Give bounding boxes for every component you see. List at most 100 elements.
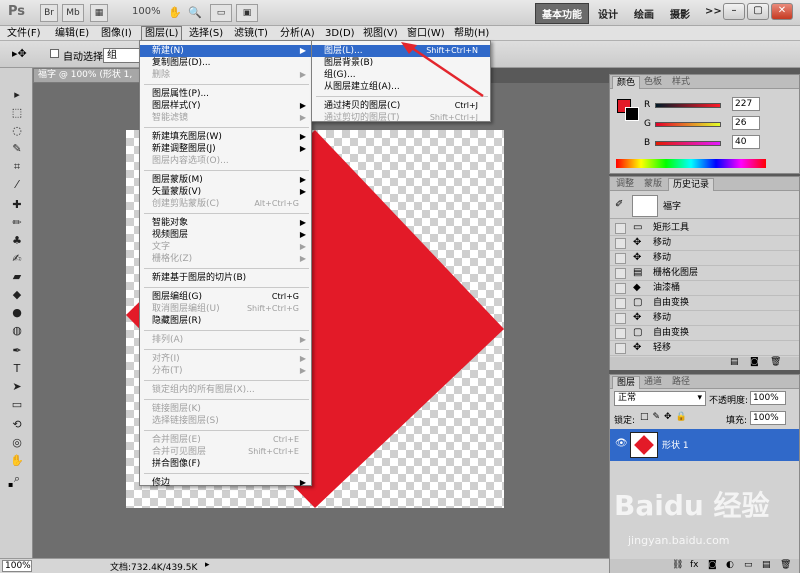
workspace-essentials[interactable]: 基本功能 xyxy=(535,3,589,24)
menu-image[interactable]: 图像(I) xyxy=(98,26,135,41)
new-snapshot-icon[interactable]: ◙ xyxy=(750,357,759,367)
blend-mode-dropdown[interactable]: 正常 ▾ xyxy=(614,391,706,406)
brush-tool-icon[interactable]: ✏ xyxy=(8,216,26,230)
menu-analysis[interactable]: 分析(A) xyxy=(277,26,318,41)
blur-tool-icon[interactable]: ● xyxy=(8,306,26,320)
status-arrow-icon[interactable]: ▸ xyxy=(205,560,210,570)
layer-row[interactable]: 👁 形状 1 xyxy=(610,429,799,461)
blue-value-field[interactable]: 40 xyxy=(732,135,760,149)
red-slider[interactable] xyxy=(655,103,721,108)
visibility-eye-icon[interactable]: 👁 xyxy=(615,438,628,449)
new-layer-icon[interactable]: ▤ xyxy=(762,560,771,570)
menu-window[interactable]: 窗口(W) xyxy=(404,26,448,41)
tab-layers[interactable]: 图层 xyxy=(612,376,641,389)
auto-select-dropdown[interactable]: 组 xyxy=(103,48,143,63)
document-tab[interactable]: 福字 @ 100% (形状 1, xyxy=(33,68,143,83)
crop-tool-icon[interactable]: ⌗ xyxy=(8,160,26,174)
opacity-field[interactable]: 100% xyxy=(750,391,786,405)
history-state-row[interactable]: ✥ 移动 xyxy=(610,311,799,326)
history-checkbox[interactable] xyxy=(615,328,626,339)
minimize-button[interactable]: – xyxy=(723,3,745,20)
tab-color[interactable]: 颜色 xyxy=(612,76,641,89)
workspace-painting[interactable]: 绘画 xyxy=(634,6,654,21)
bridge-button[interactable]: Br xyxy=(40,4,58,22)
green-value-field[interactable]: 26 xyxy=(732,116,760,130)
marquee-tool-icon[interactable]: ⬚ xyxy=(8,106,26,120)
tab-styles[interactable]: 样式 xyxy=(668,76,694,89)
history-checkbox[interactable] xyxy=(615,223,626,234)
layer-menu-item[interactable]: 隐藏图层(R) xyxy=(140,315,311,327)
layer-menu-item[interactable]: 新建(N) ▶ xyxy=(140,45,311,57)
menu-help[interactable]: 帮助(H) xyxy=(451,26,492,41)
history-checkbox[interactable] xyxy=(615,343,626,354)
workspace-design[interactable]: 设计 xyxy=(598,6,618,21)
workspace-photography[interactable]: 摄影 xyxy=(670,6,690,21)
layer-menu-item[interactable]: 矢量蒙版(V) ▶ xyxy=(140,186,311,198)
maximize-button[interactable]: ▢ xyxy=(747,3,769,20)
new-document-from-state-icon[interactable]: ▤ xyxy=(730,357,739,367)
auto-select-checkbox[interactable] xyxy=(50,48,59,59)
color-spectrum-bar[interactable] xyxy=(616,159,766,168)
history-state-row[interactable]: ✥ 轻移 xyxy=(610,341,799,356)
hand-tool-icon[interactable]: ✋ xyxy=(168,6,182,19)
move-tool-icon[interactable]: ▸ xyxy=(8,88,26,102)
layer-mask-icon[interactable]: ◙ xyxy=(708,560,717,570)
layer-menu-item[interactable]: 图层样式(Y) ▶ xyxy=(140,100,311,112)
paint-bucket-tool-icon[interactable]: ◆ xyxy=(8,288,26,302)
layer-menu-item[interactable]: 新建基于图层的切片(B) xyxy=(140,272,311,284)
layer-style-icon[interactable]: fx xyxy=(690,560,699,570)
history-state-row[interactable]: ◆ 油漆桶 xyxy=(610,281,799,296)
blue-slider[interactable] xyxy=(655,141,721,146)
menu-file[interactable]: 文件(F) xyxy=(4,26,44,41)
mini-bridge-button[interactable]: Mb xyxy=(62,4,84,22)
dodge-tool-icon[interactable]: ◍ xyxy=(8,324,26,338)
layer-menu-item[interactable]: 视频图层 ▶ xyxy=(140,229,311,241)
menu-filter[interactable]: 滤镜(T) xyxy=(231,26,271,41)
green-slider[interactable] xyxy=(655,122,721,127)
history-brush-tool-icon[interactable]: ✍ xyxy=(8,252,26,266)
status-zoom-field[interactable]: 100% xyxy=(2,560,32,572)
history-snapshot[interactable]: ✐ 福字 xyxy=(610,193,799,219)
screen-mode-button[interactable]: ▣ xyxy=(236,4,258,22)
tab-paths[interactable]: 路径 xyxy=(668,376,694,389)
shape-tool-icon[interactable]: ▭ xyxy=(8,398,26,412)
history-checkbox[interactable] xyxy=(615,238,626,249)
layer-menu-item[interactable]: 图层蒙版(M) ▶ xyxy=(140,174,311,186)
path-selection-tool-icon[interactable]: ➤ xyxy=(8,380,26,394)
adjustment-layer-icon[interactable]: ◐ xyxy=(726,560,734,570)
delete-state-icon[interactable]: 🗑 xyxy=(770,357,781,367)
eyedropper-tool-icon[interactable]: ⁄ xyxy=(8,178,26,192)
history-state-row[interactable]: ▤ 栅格化图层 xyxy=(610,266,799,281)
history-state-row[interactable]: ▭ 矩形工具 xyxy=(610,221,799,236)
menu-edit[interactable]: 编辑(E) xyxy=(52,26,92,41)
quick-select-tool-icon[interactable]: ✎ xyxy=(8,142,26,156)
history-checkbox[interactable] xyxy=(615,298,626,309)
menu-3d[interactable]: 3D(D) xyxy=(322,26,358,41)
history-checkbox[interactable] xyxy=(615,253,626,264)
red-value-field[interactable]: 227 xyxy=(732,97,760,111)
menu-select[interactable]: 选择(S) xyxy=(186,26,226,41)
color-bg-swatch[interactable] xyxy=(625,107,639,121)
history-checkbox[interactable] xyxy=(615,313,626,324)
hand-tool-icon[interactable]: ✋ xyxy=(8,454,26,468)
tab-swatches[interactable]: 色板 xyxy=(640,76,666,89)
move-tool-preset-icon[interactable]: ▸✥ xyxy=(12,47,27,60)
history-state-row[interactable]: ✥ 移动 xyxy=(610,251,799,266)
menu-layer[interactable]: 图层(L) xyxy=(141,26,183,41)
layer-menu-item[interactable]: 新建调整图层(J) ▶ xyxy=(140,143,311,155)
layer-menu-item[interactable]: 图层编组(G) Ctrl+G xyxy=(140,291,311,303)
tab-masks[interactable]: 蒙版 xyxy=(640,178,666,191)
tab-adjustments[interactable]: 调整 xyxy=(612,178,638,191)
3d-orbit-tool-icon[interactable]: ◎ xyxy=(8,436,26,450)
new-group-icon[interactable]: ▭ xyxy=(744,560,753,570)
3d-rotate-tool-icon[interactable]: ⟲ xyxy=(8,418,26,432)
clone-stamp-tool-icon[interactable]: ♣ xyxy=(8,234,26,248)
history-checkbox[interactable] xyxy=(615,268,626,279)
eraser-tool-icon[interactable]: ▰ xyxy=(8,270,26,284)
fill-field[interactable]: 100% xyxy=(750,411,786,425)
menu-view[interactable]: 视图(V) xyxy=(360,26,401,41)
healing-brush-tool-icon[interactable]: ✚ xyxy=(8,198,26,212)
history-state-row[interactable]: ▢ 自由变换 xyxy=(610,296,799,311)
arrange-documents-button[interactable]: ▭ xyxy=(210,4,232,22)
layer-menu-item[interactable]: 图层属性(P)... xyxy=(140,88,311,100)
